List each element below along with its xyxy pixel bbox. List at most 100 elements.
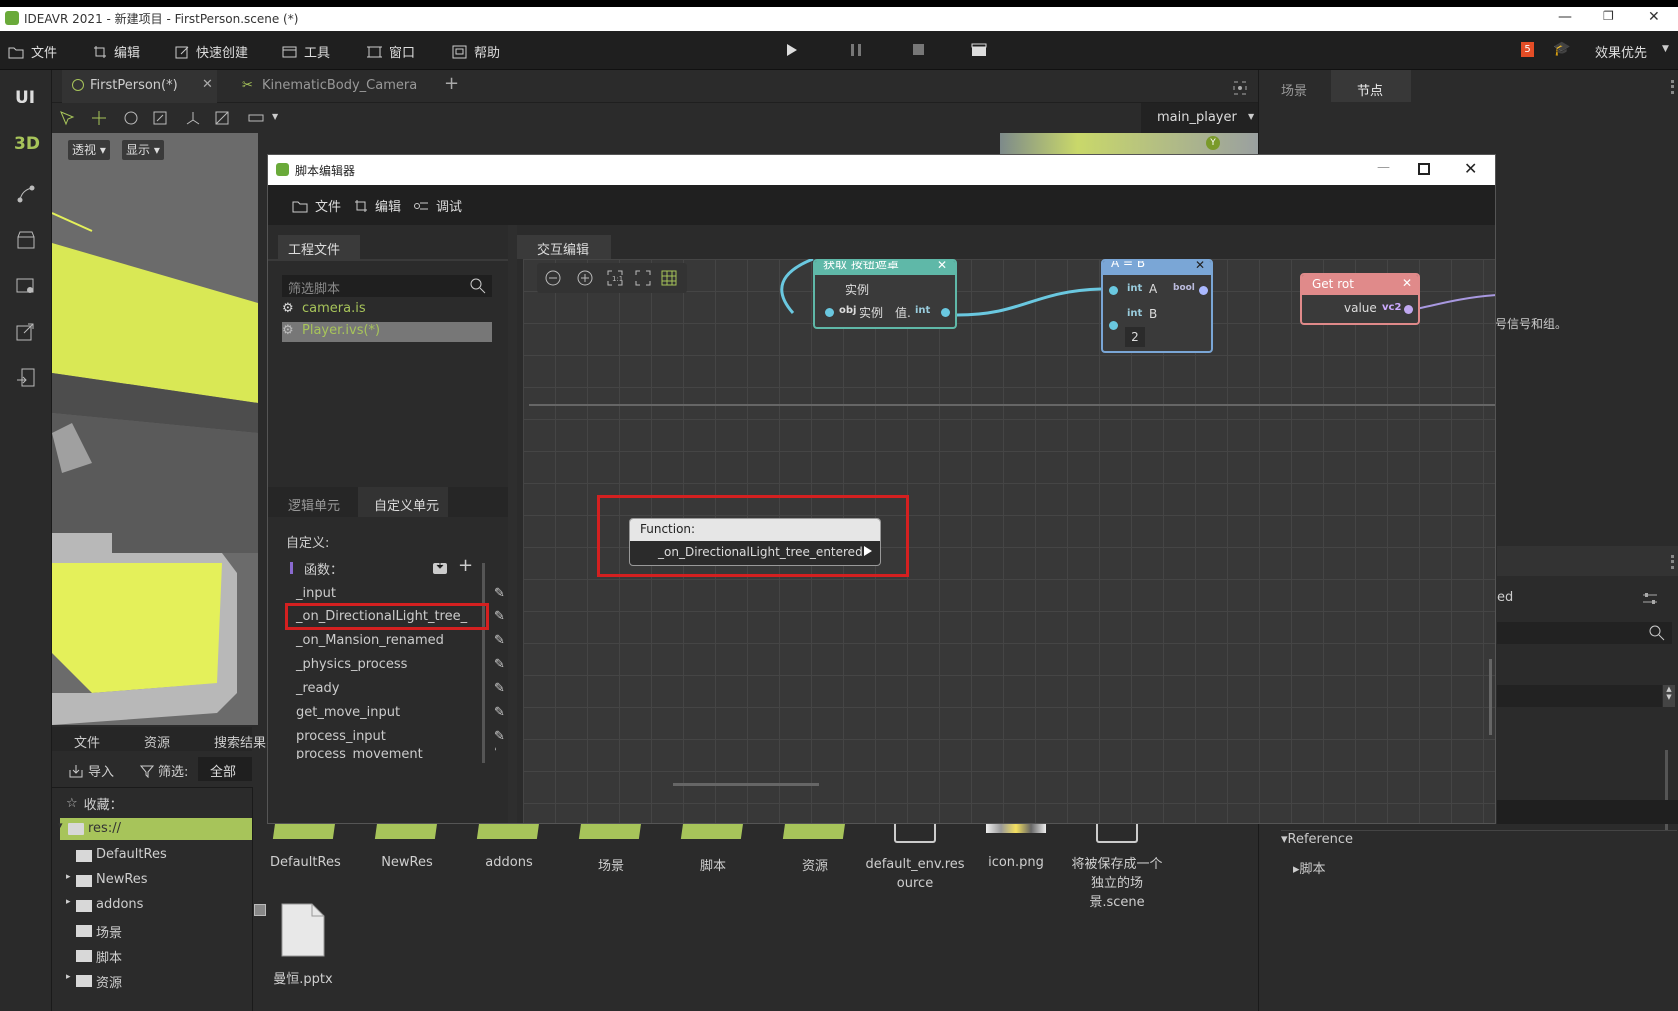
import-doc-icon[interactable] xyxy=(16,368,36,388)
input-port-icon[interactable] xyxy=(1109,286,1118,295)
tab-custom-units[interactable]: 自定义单元 xyxy=(358,487,448,517)
clapper-icon[interactable] xyxy=(971,43,987,57)
add-tab-button[interactable]: + xyxy=(444,73,459,94)
player-select[interactable]: main_player ▼ xyxy=(1141,103,1263,133)
pivot-tool-icon[interactable] xyxy=(185,110,201,126)
menu-quick-create[interactable]: 快速创建 xyxy=(175,42,248,61)
tab-files[interactable]: 文件 xyxy=(74,732,100,751)
favorites-item[interactable]: ☆ 收藏： xyxy=(66,794,123,813)
dialog-minimize-icon[interactable]: — xyxy=(1377,160,1390,175)
edit-pencil-icon[interactable]: ✎ xyxy=(494,729,505,744)
menu-edit[interactable]: 编辑 xyxy=(93,42,140,61)
edit-pencil-icon[interactable]: ✎ xyxy=(494,633,505,648)
script-item-camera[interactable]: ⚙ camera.is xyxy=(282,300,492,320)
rotate-tool-icon[interactable] xyxy=(123,110,139,126)
output-port-icon[interactable] xyxy=(1199,286,1208,295)
spinner-icon[interactable]: ▲ ▼ xyxy=(1663,685,1675,707)
edit-pencil-icon[interactable]: ✎ xyxy=(494,705,505,720)
node-graph-canvas[interactable]: 1:1 获取 按钮遮罩 ✕ 实例 obj 实例 值. int A = B ✕ i… xyxy=(523,259,1495,823)
node-a-equals-b[interactable]: A = B ✕ int A bool int B 2 xyxy=(1101,259,1213,353)
b-value-field[interactable]: 2 xyxy=(1125,327,1145,347)
panel-drag-handle[interactable] xyxy=(1671,80,1674,94)
perspective-toggle[interactable]: 透视 ▾ xyxy=(68,140,110,160)
folder-thumb-scripts[interactable] xyxy=(680,823,744,839)
add-function-button[interactable]: + xyxy=(458,555,473,576)
dialog-close-icon[interactable]: ✕ xyxy=(1464,159,1477,178)
file-thumb-scene[interactable] xyxy=(1096,823,1138,843)
view-mode-icon[interactable] xyxy=(254,904,266,916)
dialog-menu-edit[interactable]: 编辑 xyxy=(354,196,401,215)
tab-resources[interactable]: 资源 xyxy=(144,732,170,751)
node-close-icon[interactable]: ✕ xyxy=(1195,261,1205,272)
folder-thumb-addons[interactable] xyxy=(476,823,540,839)
quality-dropdown-icon[interactable]: ▼ xyxy=(1662,44,1669,54)
menu-file[interactable]: 文件 xyxy=(8,42,57,61)
node-get-rot[interactable]: Get rot ✕ value vc2 xyxy=(1300,273,1420,325)
document-icon[interactable] xyxy=(280,902,326,958)
script-filter-input[interactable]: 筛选脚本 xyxy=(282,275,492,297)
function-item[interactable]: _on_Mansion_renamed ✎ xyxy=(296,629,505,653)
function-item[interactable]: _ready ✎ xyxy=(296,677,505,701)
output-port-icon[interactable] xyxy=(1404,305,1413,314)
ruler-icon[interactable] xyxy=(248,110,264,126)
close-icon[interactable]: ✕ xyxy=(1648,9,1660,25)
tab-node[interactable]: 节点 xyxy=(1331,70,1411,102)
dialog-menu-file[interactable]: 文件 xyxy=(292,196,341,215)
quality-setting[interactable]: 效果优先 xyxy=(1595,42,1647,61)
store-icon[interactable] xyxy=(16,230,36,250)
minimize-icon[interactable]: — xyxy=(1558,9,1572,25)
edit-pencil-icon[interactable]: ✎ xyxy=(494,657,505,672)
transform-tool-icon[interactable] xyxy=(214,110,230,126)
move-tool-icon[interactable] xyxy=(91,110,107,126)
tab-interaction-editor[interactable]: 交互编辑 xyxy=(517,235,611,259)
menu-tools[interactable]: 工具 xyxy=(282,42,330,61)
input-port-icon[interactable] xyxy=(1109,321,1118,330)
exec-output-icon[interactable] xyxy=(864,546,872,556)
tab-search-results[interactable]: 搜索结果 xyxy=(214,732,266,751)
inspector-field[interactable] xyxy=(1497,685,1662,707)
folder-thumb-scenes[interactable] xyxy=(578,823,642,839)
image-thumb-icon[interactable] xyxy=(986,823,1046,833)
inspector-search-input[interactable] xyxy=(1497,622,1672,644)
3d-viewport[interactable]: 透视 ▾ 显示 ▾ xyxy=(52,133,258,725)
node-close-icon[interactable]: ✕ xyxy=(1402,276,1412,290)
script-item-player[interactable]: ⚙ Player.ivs(*) xyxy=(282,322,492,342)
import-button[interactable]: 导入 xyxy=(68,761,114,780)
filter-select[interactable]: 全部 xyxy=(198,757,252,781)
menu-window[interactable]: 窗口 xyxy=(367,42,415,61)
scale-tool-icon[interactable] xyxy=(152,110,168,126)
dialog-menu-debug[interactable]: 调试 xyxy=(413,196,462,215)
function-item[interactable]: process_movement ✎ xyxy=(296,747,496,759)
edit-pencil-icon[interactable]: ✎ xyxy=(494,609,505,624)
tab-scene[interactable]: 场景 xyxy=(1281,80,1307,99)
axis-y-gizmo[interactable]: Y xyxy=(1206,136,1220,150)
restore-icon[interactable]: ❐ xyxy=(1603,9,1614,23)
file-thumb-env[interactable] xyxy=(894,823,936,843)
folder-thumb-defaultres[interactable] xyxy=(272,823,336,839)
pause-icon[interactable] xyxy=(851,44,861,56)
edit-pencil-icon[interactable]: ✎ xyxy=(494,747,496,759)
function-item[interactable]: get_move_input ✎ xyxy=(296,701,505,725)
node-close-icon[interactable]: ✕ xyxy=(937,261,947,272)
function-item[interactable]: _physics_process ✎ xyxy=(296,653,505,677)
input-port-icon[interactable] xyxy=(825,308,834,317)
tab-logic-units[interactable]: 逻辑单元 xyxy=(288,495,340,514)
node-get-button-mask[interactable]: 获取 按钮遮罩 ✕ 实例 obj 实例 值. int xyxy=(813,259,957,329)
ui-mode-button[interactable]: UI xyxy=(15,88,35,108)
play-icon[interactable] xyxy=(787,44,797,56)
select-tool-icon[interactable] xyxy=(59,110,75,126)
display-toggle[interactable]: 显示 ▾ xyxy=(122,140,164,160)
function-item[interactable]: process_input ✎ xyxy=(296,725,505,749)
folder-thumb-newres[interactable] xyxy=(374,823,438,839)
edit-pencil-icon[interactable]: ✎ xyxy=(494,586,505,601)
function-node[interactable]: Function: _on_DirectionalLight_tree_ente… xyxy=(629,518,881,566)
dialog-maximize-icon[interactable] xyxy=(1418,163,1430,175)
vertical-scrollbar[interactable] xyxy=(1489,659,1492,735)
ruler-dropdown-icon[interactable]: ▼ xyxy=(272,112,278,121)
sliders-icon[interactable] xyxy=(1641,592,1659,606)
reference-script[interactable]: ▸脚本 xyxy=(1293,858,1326,877)
menu-help[interactable]: 帮助 xyxy=(452,42,500,61)
tree-item-res[interactable]: ▾ res:// xyxy=(58,818,252,840)
stop-icon[interactable] xyxy=(913,44,924,55)
settings-panel-icon[interactable] xyxy=(16,276,36,296)
